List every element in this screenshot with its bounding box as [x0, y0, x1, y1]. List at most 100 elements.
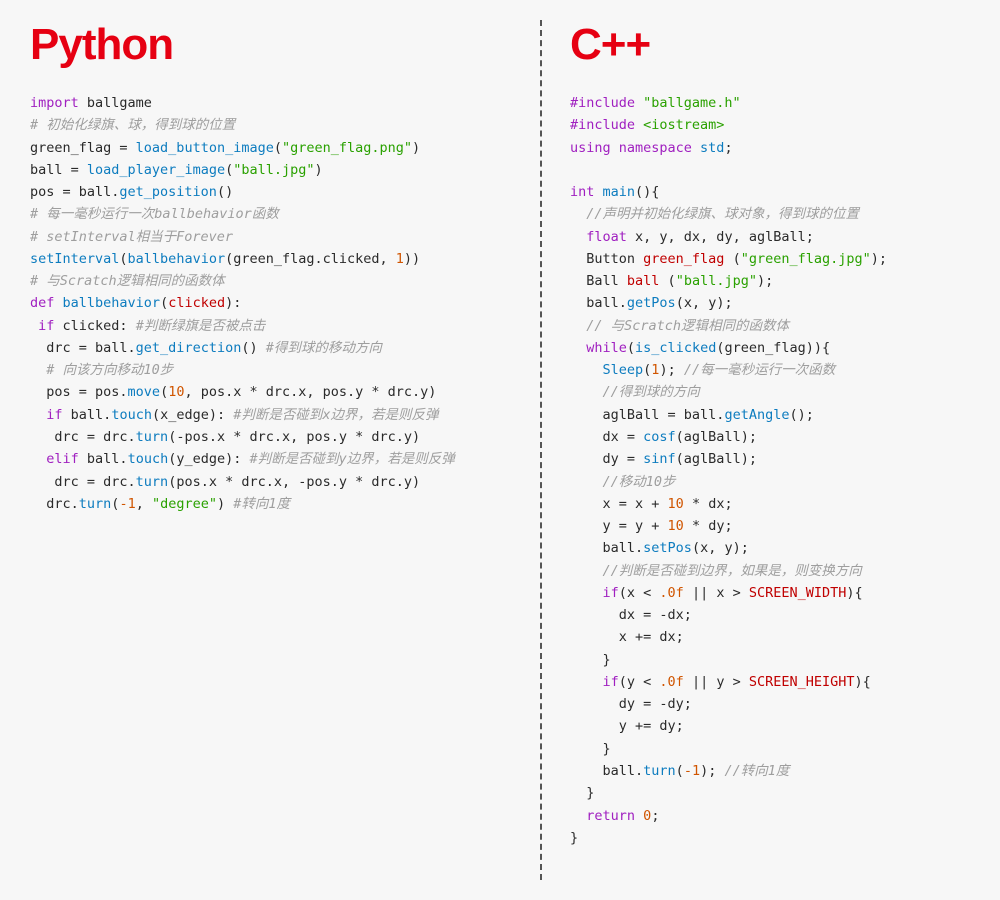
code-token: ;	[651, 808, 659, 824]
code-token: )	[217, 496, 233, 512]
code-token: "green_flag.jpg"	[741, 251, 871, 267]
code-token: }	[570, 741, 611, 757]
code-token: elif	[46, 451, 79, 467]
code-token: ()	[241, 340, 265, 356]
code-token: turn	[79, 496, 112, 512]
code-token: int	[570, 184, 603, 200]
code-token: 10	[168, 384, 184, 400]
code-token: //声明并初始化绿旗、球对象，得到球的位置	[586, 206, 859, 222]
code-token: );	[700, 763, 724, 779]
code-token: if	[46, 407, 62, 423]
code-token: "ballgame.h"	[643, 95, 741, 111]
code-token: (	[627, 340, 635, 356]
code-token: || x >	[684, 585, 749, 601]
code-token: "degree"	[152, 496, 217, 512]
code-token: //每一毫秒运行一次函数	[684, 362, 835, 378]
code-token: ;	[724, 140, 732, 156]
code-token: ball.	[79, 451, 128, 467]
code-token: dy =	[570, 451, 643, 467]
code-token: ball.	[63, 407, 112, 423]
code-token	[570, 474, 603, 490]
code-token: ))	[404, 251, 420, 267]
code-token: .0f	[659, 585, 683, 601]
code-token: # 初始化绿旗、球，得到球的位置	[30, 117, 235, 133]
code-token: 1	[396, 251, 404, 267]
code-token: load_player_image	[87, 162, 225, 178]
code-token: -1	[684, 763, 700, 779]
code-token: (x, y);	[676, 295, 733, 311]
code-token: float	[586, 229, 627, 245]
code-token: //判断是否碰到边界，如果是，则变换方向	[603, 563, 862, 579]
code-token	[570, 206, 586, 222]
code-token: turn	[136, 429, 169, 445]
code-token: (	[659, 273, 675, 289]
code-token: (green_flag.clicked,	[225, 251, 396, 267]
code-token	[570, 674, 603, 690]
code-token: dx =	[570, 429, 643, 445]
code-token: import	[30, 95, 79, 111]
code-token: if	[603, 585, 619, 601]
code-token	[570, 340, 586, 356]
code-token: }	[570, 652, 611, 668]
code-token: .0f	[659, 674, 683, 690]
code-token: move	[128, 384, 161, 400]
code-token: (aglBall);	[676, 451, 757, 467]
code-token: y += dy;	[570, 718, 684, 734]
code-token: if	[603, 674, 619, 690]
code-token	[570, 384, 603, 400]
code-token: //移动10步	[603, 474, 676, 490]
code-token: 10	[668, 496, 684, 512]
python-column: Python import ballgame # 初始化绿旗、球，得到球的位置 …	[0, 0, 540, 900]
code-token: sinf	[643, 451, 676, 467]
code-token: drc = drc.	[30, 474, 136, 490]
code-token: ball.	[570, 295, 627, 311]
code-token: get_position	[119, 184, 217, 200]
code-token	[570, 563, 603, 579]
code-token: #转向1度	[233, 496, 290, 512]
code-token: (aglBall);	[676, 429, 757, 445]
code-token: ball	[627, 273, 660, 289]
code-token: }	[570, 830, 578, 846]
code-token: dy = -dy;	[570, 696, 692, 712]
code-token: (	[676, 763, 684, 779]
code-token: x, y, dx, dy, aglBall;	[627, 229, 814, 245]
code-token: );	[757, 273, 773, 289]
code-token	[570, 362, 603, 378]
code-token: #判断绿旗是否被点击	[136, 318, 266, 334]
code-token: #判断是否碰到x边界，若是则反弹	[233, 407, 438, 423]
code-token: );	[871, 251, 887, 267]
code-token: (){	[635, 184, 659, 200]
code-token: (green_flag)){	[716, 340, 830, 356]
python-title: Python	[30, 20, 510, 70]
code-token: )	[412, 140, 420, 156]
code-token: y = y +	[570, 518, 668, 534]
code-token: (y <	[619, 674, 660, 690]
code-token: is_clicked	[635, 340, 716, 356]
code-token: green_flag	[643, 251, 724, 267]
code-token: "green_flag.png"	[282, 140, 412, 156]
code-token: ballbehavior	[63, 295, 161, 311]
code-token: //得到球的方向	[603, 384, 700, 400]
code-token: (x_edge):	[152, 407, 233, 423]
code-token: ball.	[570, 540, 643, 556]
code-token: ){	[846, 585, 862, 601]
code-token: "ball.jpg"	[233, 162, 314, 178]
code-token: # 向该方向移动10步	[46, 362, 173, 378]
code-token: # 每一毫秒运行一次ballbehavior函数	[30, 206, 279, 222]
code-token: drc.	[30, 496, 79, 512]
code-token	[30, 407, 46, 423]
code-token: Button	[570, 251, 643, 267]
code-token: #include	[570, 117, 643, 133]
code-token: turn	[136, 474, 169, 490]
code-token: clicked:	[54, 318, 135, 334]
code-token: SCREEN_HEIGHT	[749, 674, 855, 690]
code-token	[570, 229, 586, 245]
code-token: (	[724, 251, 740, 267]
code-token: //转向1度	[724, 763, 789, 779]
code-token: ()	[217, 184, 233, 200]
cpp-code-block: #include "ballgame.h" #include <iostream…	[570, 92, 970, 849]
code-token: setPos	[643, 540, 692, 556]
code-token: x += dx;	[570, 629, 684, 645]
code-token: SCREEN_WIDTH	[749, 585, 847, 601]
code-token: touch	[111, 407, 152, 423]
